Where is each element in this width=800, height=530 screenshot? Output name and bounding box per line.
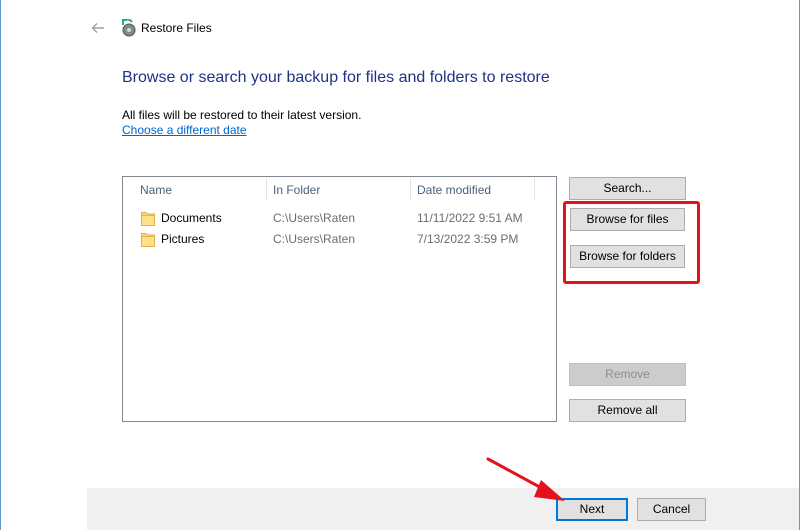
file-folder: C:\Users\Raten (273, 211, 356, 225)
remove-all-button[interactable]: Remove all (569, 399, 686, 422)
annotation-highlight-box (563, 201, 700, 284)
back-arrow-icon[interactable] (90, 20, 106, 36)
file-list-row[interactable]: Documents C:\Users\Raten 11/11/2022 9:51… (123, 208, 556, 229)
restore-files-icon (120, 18, 137, 37)
remove-button[interactable]: Remove (569, 363, 686, 386)
search-button[interactable]: Search... (569, 177, 686, 200)
page-heading: Browse or search your backup for files a… (122, 69, 550, 86)
column-separator[interactable] (266, 178, 267, 201)
file-date: 7/13/2022 3:59 PM (417, 232, 519, 246)
file-name: Documents (161, 211, 222, 225)
annotation-arrow-icon (485, 455, 575, 507)
column-header-name[interactable]: Name (140, 177, 172, 203)
column-separator[interactable] (410, 178, 411, 201)
choose-different-date-link[interactable]: Choose a different date (122, 123, 247, 137)
restore-info-text: All files will be restored to their late… (122, 108, 362, 122)
window-title: Restore Files (141, 21, 212, 35)
file-list-row[interactable]: Pictures C:\Users\Raten 7/13/2022 3:59 P… (123, 229, 556, 250)
column-header-date-modified[interactable]: Date modified (417, 177, 491, 203)
folder-icon (141, 211, 155, 226)
cancel-button[interactable]: Cancel (637, 498, 706, 521)
window-border-left (0, 0, 1, 530)
column-separator[interactable] (534, 178, 535, 201)
file-date: 11/11/2022 9:51 AM (417, 211, 523, 225)
folder-icon (141, 232, 155, 247)
restore-file-list[interactable]: Name In Folder Date modified Documents C… (122, 176, 557, 422)
file-folder: C:\Users\Raten (273, 232, 356, 246)
column-header-in-folder[interactable]: In Folder (273, 177, 320, 203)
file-name: Pictures (161, 232, 205, 246)
